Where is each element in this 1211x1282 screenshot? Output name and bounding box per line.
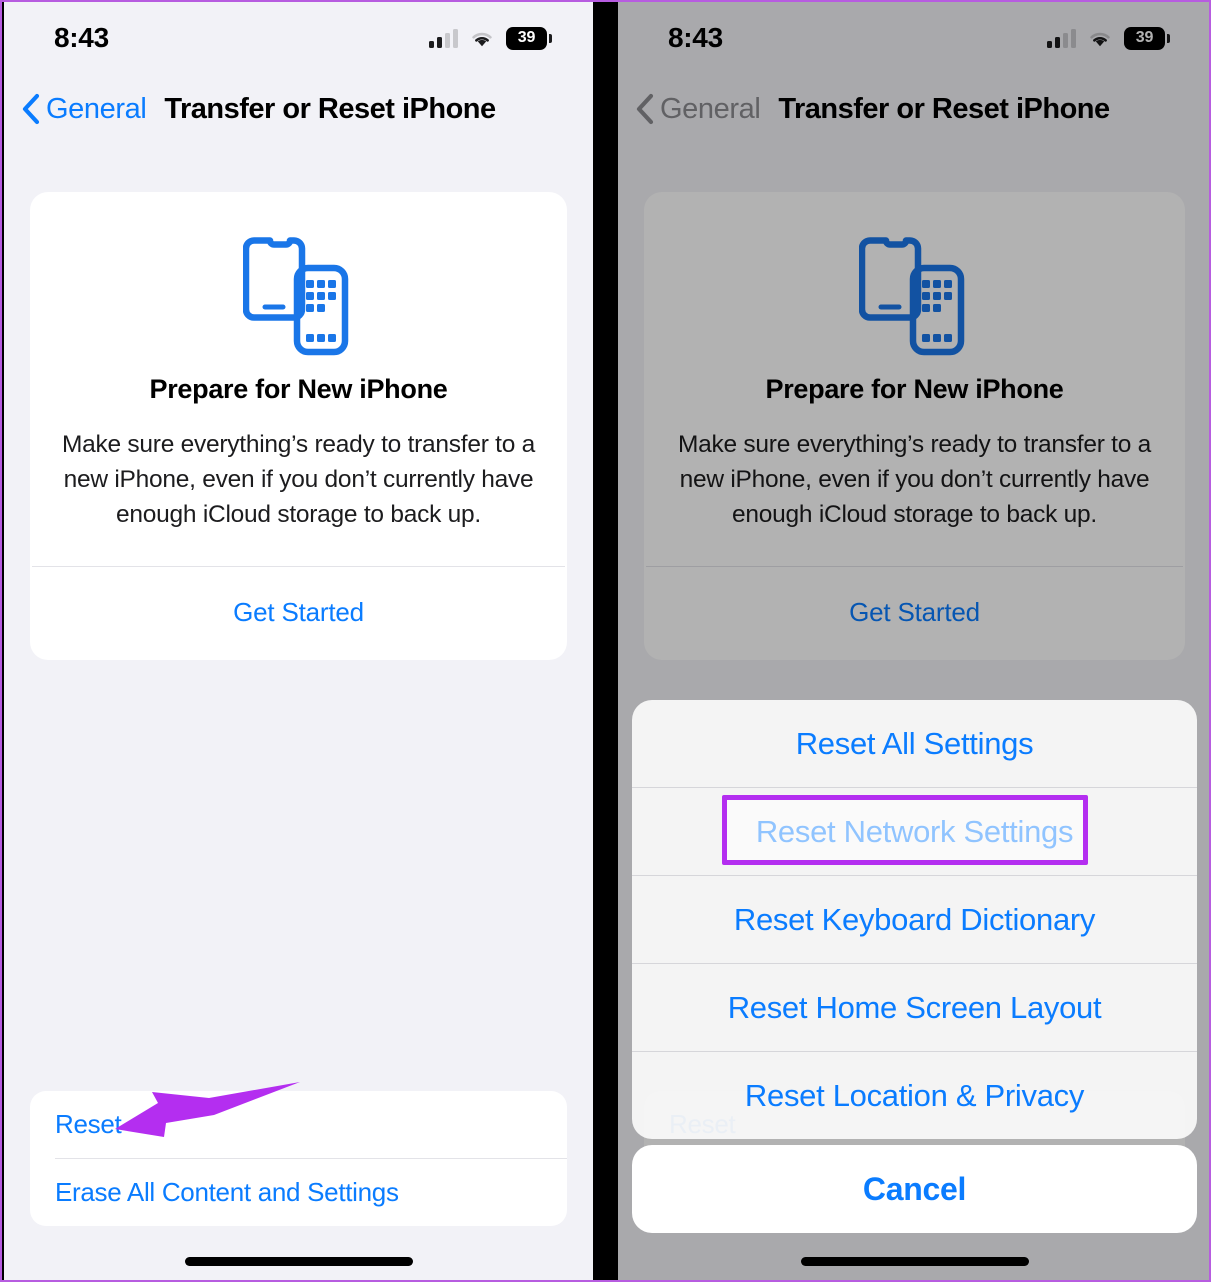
status-bar-indicators: 39 <box>429 26 552 50</box>
wifi-icon <box>472 32 492 46</box>
home-indicator <box>184 1257 413 1266</box>
phone-screen-left: 8:43 39 General Transfer or Reset iPhone… <box>4 2 593 1280</box>
cancel-sheet[interactable]: Cancel <box>632 1145 1197 1233</box>
status-bar-indicators: 39 <box>1047 26 1170 50</box>
phone-screen-right: 8:43 39 General Transfer or Reset iPhone… <box>618 2 1209 1280</box>
back-button-label[interactable]: General <box>660 93 761 126</box>
reset-action-sheet: Reset All Settings Reset Network Setting… <box>632 700 1197 1139</box>
sheet-item-reset-keyboard-dictionary[interactable]: Reset Keyboard Dictionary <box>632 876 1197 963</box>
battery-icon: 39 <box>506 26 552 50</box>
cancel-button[interactable]: Cancel <box>863 1171 966 1208</box>
status-bar-time: 8:43 <box>668 22 723 53</box>
prepare-for-new-iphone-card: Prepare for New iPhone Make sure everyth… <box>644 192 1185 660</box>
wifi-icon <box>1090 32 1110 46</box>
chevron-left-icon[interactable] <box>18 92 44 126</box>
chevron-left-icon[interactable] <box>632 92 658 126</box>
card-title: Prepare for New iPhone <box>765 374 1064 404</box>
status-bar: 8:43 39 <box>618 2 1209 74</box>
status-bar: 8:43 39 <box>4 2 593 74</box>
get-started-button: Get Started <box>849 597 980 627</box>
cellular-bars-icon <box>429 28 458 48</box>
sheet-item-reset-network-settings[interactable]: Reset Network Settings <box>632 788 1197 875</box>
list-item-erase-all-content-and-settings[interactable]: Erase All Content and Settings <box>30 1159 567 1226</box>
screenshot-root: 8:43 39 General Transfer or Reset iPhone… <box>0 0 1211 1282</box>
navigation-bar: General Transfer or Reset iPhone <box>618 78 1209 140</box>
prepare-for-new-iphone-card: Prepare for New iPhone Make sure everyth… <box>30 192 567 660</box>
page-title: Transfer or Reset iPhone <box>164 92 496 125</box>
battery-icon: 39 <box>1124 26 1170 50</box>
navigation-bar: General Transfer or Reset iPhone <box>4 78 593 140</box>
sheet-item-reset-all-settings[interactable]: Reset All Settings <box>632 700 1197 787</box>
back-button-label[interactable]: General <box>46 93 147 126</box>
battery-level-label: 39 <box>1135 29 1154 46</box>
page-title: Transfer or Reset iPhone <box>778 92 1110 125</box>
sheet-item-reset-home-screen-layout[interactable]: Reset Home Screen Layout <box>632 964 1197 1051</box>
two-iphones-icon <box>666 220 1163 374</box>
cellular-bars-icon <box>1047 28 1076 48</box>
home-indicator <box>800 1257 1029 1266</box>
card-body: Prepare for New iPhone Make sure everyth… <box>644 192 1185 566</box>
card-description: Make sure everything’s ready to transfer… <box>677 431 1152 528</box>
sheet-item-reset-location-and-privacy[interactable]: Reset Location & Privacy <box>632 1052 1197 1139</box>
two-iphones-icon <box>52 220 545 374</box>
get-started-button[interactable]: Get Started <box>30 567 567 660</box>
reset-options-list: Reset Erase All Content and Settings <box>30 1091 567 1226</box>
status-bar-time: 8:43 <box>54 22 109 53</box>
battery-level-label: 39 <box>517 29 536 46</box>
card-body: Prepare for New iPhone Make sure everyth… <box>30 192 567 566</box>
card-title: Prepare for New iPhone <box>149 374 448 404</box>
card-description: Make sure everything’s ready to transfer… <box>61 431 536 528</box>
list-item-reset[interactable]: Reset <box>30 1091 567 1158</box>
